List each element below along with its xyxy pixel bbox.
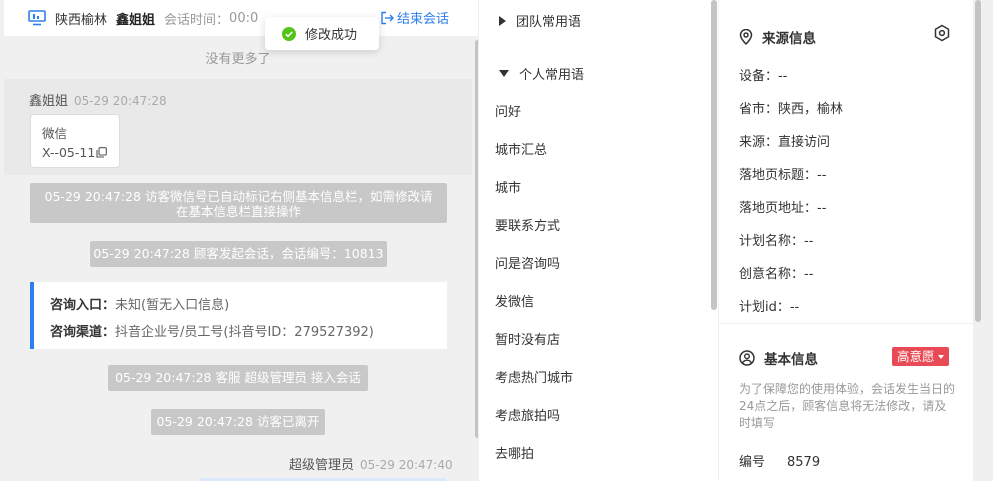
section-divider	[719, 323, 973, 324]
phrase-item[interactable]: 要联系方式	[495, 215, 560, 234]
phrase-item[interactable]: 问好	[495, 101, 521, 120]
basic-info-note: 为了保障您的使用体验，会话发生当日的24点之后，顾客信息将无法修改，请及时填写	[739, 382, 956, 430]
consult-entry-label: 咨询入口：	[50, 298, 116, 313]
monitor-icon	[28, 10, 46, 26]
visitor-message-sender: 鑫姐姐	[29, 94, 69, 109]
caret-down-icon	[937, 354, 944, 359]
visitor-number-value: 8579	[787, 455, 821, 470]
location-pin-icon	[739, 29, 753, 45]
wechat-card-id: X--05-11	[42, 145, 96, 160]
caret-down-icon	[499, 70, 509, 77]
session-time-label: 会话时间：	[164, 12, 230, 28]
phrase-item[interactable]: 城市汇总	[495, 139, 547, 158]
agent-message-time: 05-29 20:47:40	[360, 458, 453, 472]
phrases-scrollbar[interactable]	[711, 0, 717, 310]
phrase-item[interactable]: 问是咨询吗	[495, 253, 560, 272]
info-scrollbar[interactable]	[975, 0, 981, 322]
check-circle-icon	[282, 26, 296, 41]
intent-level-label: 高意愿	[897, 349, 935, 364]
group-team-phrases[interactable]: 团队常用语	[479, 11, 581, 30]
group-personal-label: 个人常用语	[519, 68, 585, 83]
source-creative-name: 创意名称：--	[739, 267, 814, 282]
exit-icon	[381, 11, 394, 24]
source-origin: 来源：直接访问	[739, 135, 831, 150]
chat-panel: 陕西榆林 鑫姐姐 会话时间： 00:0 结束会话 没有更多了 鑫姐姐 05-29 …	[4, 0, 478, 481]
system-message-auto-tag: 05-29 20:47:28 访客微信号已自动标记右侧基本信息栏，如需修改请 在…	[30, 183, 447, 223]
phrase-item[interactable]: 考虑热门城市	[495, 367, 573, 386]
source-info-label: 来源信息	[762, 31, 816, 47]
source-info-title: 来源信息	[739, 27, 816, 47]
agent-message-header: 超级管理员 05-29 20:47:40	[289, 454, 453, 473]
app-root: 陕西榆林 鑫姐姐 会话时间： 00:0 结束会话 没有更多了 鑫姐姐 05-29 …	[0, 0, 993, 481]
system-message-agent-join: 05-29 20:47:28 客服 超级管理员 接入会话	[108, 365, 368, 391]
phrases-panel: 团队常用语 个人常用语 问好 城市汇总 城市 要联系方式 问是咨询吗 发微信 暂…	[479, 0, 718, 481]
consult-channel-label: 咨询渠道：	[50, 325, 116, 340]
visitor-number-row: 编号 8579	[739, 451, 820, 470]
chat-scrollbar[interactable]	[475, 40, 478, 438]
visitor-name: 鑫姐姐	[116, 12, 156, 28]
source-device: 设备：--	[739, 69, 788, 84]
agent-message-sender: 超级管理员	[289, 458, 355, 473]
consult-entry-value: 未知(暂无入口信息)	[115, 298, 230, 313]
caret-right-icon	[499, 15, 506, 26]
system-message-session-start: 05-29 20:47:28 顾客发起会话，会话编号：10813	[90, 241, 387, 267]
toast-text: 修改成功	[305, 28, 358, 43]
system-message-visitor-left: 05-29 20:47:28 访客已离开	[151, 409, 325, 435]
phrase-item[interactable]: 暂时没有店	[495, 329, 560, 348]
basic-info-title: 基本信息	[739, 348, 818, 368]
end-session-label: 结束会话	[397, 12, 450, 27]
source-province-city: 省市：陕西，榆林	[739, 102, 844, 117]
source-plan-name: 计划名称：--	[739, 234, 814, 249]
visitor-message-time: 05-29 20:47:28	[74, 94, 167, 108]
phrase-item[interactable]: 去哪拍	[495, 443, 534, 462]
source-landing-title: 落地页标题：--	[739, 168, 827, 183]
basic-info-label: 基本信息	[764, 352, 818, 368]
intent-level-dropdown[interactable]: 高意愿	[892, 347, 949, 366]
consult-channel-value: 抖音企业号/员工号(抖音号ID：279527392)	[115, 325, 374, 340]
end-session-button[interactable]: 结束会话	[380, 8, 449, 27]
phrase-item[interactable]: 发微信	[495, 291, 534, 310]
hexagon-view-icon[interactable]	[933, 24, 951, 42]
wechat-card-title: 微信	[42, 126, 68, 141]
visitor-message-header: 鑫姐姐 05-29 20:47:28	[29, 90, 167, 109]
group-personal-phrases[interactable]: 个人常用语	[479, 64, 584, 83]
user-circle-icon	[739, 350, 755, 366]
wechat-card: 微信 X--05-11	[30, 114, 120, 168]
group-team-label: 团队常用语	[516, 15, 582, 30]
source-landing-url: 落地页地址：--	[739, 201, 827, 216]
source-plan-id: 计划id：--	[739, 300, 800, 315]
phrase-item[interactable]: 考虑旅拍吗	[495, 405, 560, 424]
copy-icon[interactable]	[96, 147, 108, 158]
no-more-history: 没有更多了	[205, 52, 271, 67]
success-toast: 修改成功	[265, 17, 379, 50]
system-message-auto-tag-line2: 在基本信息栏直接操作	[175, 204, 301, 219]
visitor-info-panel: 来源信息 设备：-- 省市：陕西，榆林 来源：直接访问 落地页标题：-- 落地页…	[719, 0, 973, 481]
system-message-auto-tag-line1: 05-29 20:47:28 访客微信号已自动标记右侧基本信息栏，如需修改请	[44, 189, 433, 204]
phrase-item[interactable]: 城市	[495, 177, 521, 196]
visitor-location: 陕西榆林	[55, 12, 108, 28]
consult-info-card: 咨询入口：未知(暂无入口信息) 咨询渠道：抖音企业号/员工号(抖音号ID：279…	[30, 282, 447, 349]
session-time-value: 00:0	[229, 10, 259, 26]
visitor-number-label: 编号	[739, 455, 766, 470]
